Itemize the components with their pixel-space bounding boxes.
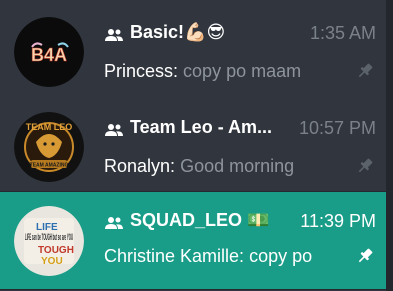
avatar-text: LIFE can be TOUGH but so are YOU	[25, 232, 73, 243]
avatar-squad-leo: LIFE can be TOUGH but so are YOU LIFE TO…	[14, 206, 84, 276]
avatar-basic: B4A	[14, 17, 84, 87]
message-sender: Christine Kamille:	[104, 246, 245, 266]
group-icon	[105, 29, 123, 41]
chat-preview: Christine Kamille: copy po	[104, 246, 312, 267]
message-sender: Princess:	[104, 61, 179, 81]
group-icon	[105, 217, 123, 229]
avatar-subtext: TEAM AMAZING	[30, 163, 69, 169]
message-sender: Ronalyn:	[104, 156, 176, 176]
svg-text:B4A: B4A	[31, 45, 67, 65]
chat-name: Basic!💪🏻😎	[130, 22, 226, 42]
chat-row-team-leo[interactable]: TEAM LEO TEAM AMAZING Team Leo - Am... 1…	[0, 95, 386, 191]
row-divider	[0, 289, 386, 290]
message-text: copy po	[249, 246, 313, 266]
pin-icon	[358, 158, 373, 173]
svg-text:LIFE: LIFE	[36, 222, 58, 233]
chat-preview: Princess: copy po maam	[104, 61, 301, 82]
message-text: Good morning	[180, 156, 295, 176]
chat-preview: Ronalyn: Good morning	[104, 156, 294, 177]
scrollbar[interactable]	[386, 0, 393, 291]
chat-row-basic[interactable]: B4A Basic!💪🏻😎 1:35 AM Princess: copy po …	[0, 0, 386, 95]
chat-time: 11:39 PM	[300, 211, 376, 231]
group-icon	[105, 124, 123, 136]
chat-name: SQUAD_LEO 💵	[130, 210, 270, 230]
chat-name: Team Leo - Am...	[130, 117, 273, 137]
avatar-team-leo: TEAM LEO TEAM AMAZING	[14, 112, 84, 182]
chat-row-squad-leo[interactable]: LIFE can be TOUGH but so are YOU LIFE TO…	[0, 192, 386, 289]
svg-text:TOUGH: TOUGH	[38, 245, 74, 256]
chat-time: 1:35 AM	[309, 23, 376, 43]
avatar-text: TEAM LEO	[26, 122, 73, 132]
chat-list: B4A Basic!💪🏻😎 1:35 AM Princess: copy po …	[0, 0, 386, 291]
pin-icon	[358, 248, 373, 263]
svg-text:YOU: YOU	[41, 256, 63, 267]
message-text: copy po maam	[183, 61, 302, 81]
pin-icon	[358, 63, 373, 78]
chat-time: 10:57 PM	[298, 118, 376, 138]
